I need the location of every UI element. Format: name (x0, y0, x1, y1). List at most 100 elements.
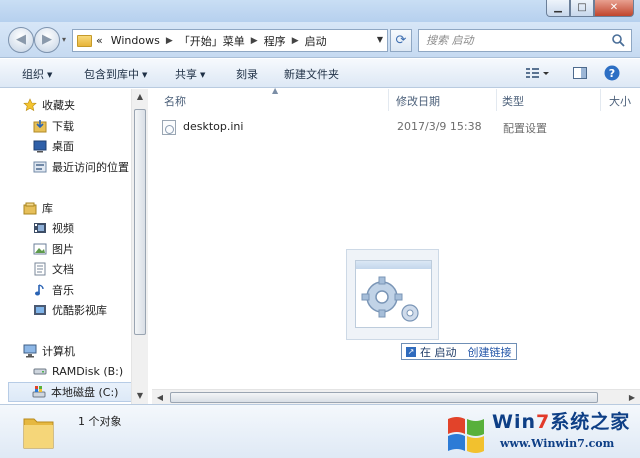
sidebar-item-documents[interactable]: 文档 (32, 259, 74, 279)
search-icon[interactable] (611, 33, 625, 47)
sidebar-item-music[interactable]: 音乐 (32, 280, 74, 300)
settings-file-icon (162, 119, 176, 135)
scrollbar-thumb[interactable] (134, 109, 146, 335)
organize-menu[interactable]: 组织 ▼ (22, 66, 52, 82)
watermark-logo: Win7系统之家 www.Winwin7.com (442, 405, 638, 457)
youku-library-label: 优酷影视库 (52, 304, 107, 317)
caret-down-icon: ▼ (142, 71, 148, 79)
folder-icon (77, 34, 92, 47)
navigation-bar: ◀ ▶ ▾ « Windows ▶ 「开始」菜单 ▶ 程序 ▶ 启动 ▼ ⟳ (0, 22, 640, 58)
title-bar: ▁ □ ✕ (0, 0, 640, 22)
maximize-button[interactable]: □ (570, 0, 594, 17)
downloads-label: 下载 (52, 120, 74, 133)
pictures-icon (32, 241, 48, 257)
search-box[interactable] (418, 29, 632, 52)
close-button[interactable]: ✕ (594, 0, 634, 17)
command-bar: 组织 ▼ 包含到库中 ▼ 共享 ▼ 刻录 新建文件夹 ? (0, 59, 640, 88)
sort-up-icon: ▲ (272, 86, 279, 95)
recent-pages-dropdown[interactable]: ▾ (62, 35, 66, 44)
horizontal-scrollbar[interactable]: ◀ ▶ (152, 389, 640, 404)
drag-target-label: 在 启动 (420, 345, 457, 359)
file-row[interactable]: desktop.ini 2017/3/9 15:38 配置设置 (162, 117, 632, 137)
breadcrumb-overflow[interactable]: « (96, 34, 103, 47)
chevron-down-icon[interactable]: ▼ (377, 35, 383, 44)
pictures-label: 图片 (52, 243, 74, 256)
minimize-button[interactable]: ▁ (546, 0, 570, 17)
share-menu[interactable]: 共享 ▼ (175, 66, 205, 82)
scroll-up-arrow-icon[interactable]: ▲ (132, 89, 148, 105)
svg-text:?: ? (609, 67, 615, 80)
sidebar-item-local-disk[interactable]: 本地磁盘 (C:) (8, 382, 132, 402)
scroll-right-arrow-icon[interactable]: ▶ (624, 390, 640, 405)
drag-action-label: 创建链接 (467, 345, 512, 359)
help-icon[interactable]: ? (604, 65, 620, 81)
recent-places-label: 最近访问的位置 (52, 161, 129, 174)
scroll-left-arrow-icon[interactable]: ◀ (152, 390, 168, 405)
file-type: 配置设置 (503, 122, 547, 135)
sidebar-item-videos[interactable]: 视频 (32, 218, 74, 238)
file-date: 2017/3/9 15:38 (397, 120, 482, 133)
navigation-pane-scrollbar[interactable]: ▲ ▼ (131, 89, 148, 404)
column-header-size[interactable]: 大小 (609, 93, 631, 109)
recent-places-icon (32, 159, 48, 175)
sidebar-item-youku-library[interactable]: 优酷影视库 (32, 300, 107, 320)
column-header-type[interactable]: 类型 (502, 93, 524, 109)
drive-icon (32, 363, 48, 379)
music-label: 音乐 (52, 284, 74, 297)
youku-library-icon (32, 302, 48, 318)
window-controls: ▁ □ ✕ (546, 0, 634, 17)
libraries-group[interactable]: 库 (22, 198, 53, 218)
local-disk-label: 本地磁盘 (C:) (51, 386, 119, 399)
search-input[interactable] (419, 30, 605, 51)
address-bar[interactable]: « Windows ▶ 「开始」菜单 ▶ 程序 ▶ 启动 ▼ (72, 29, 388, 52)
chevron-right-icon[interactable]: ▶ (251, 36, 258, 46)
organize-label: 组织 (22, 68, 44, 81)
back-button[interactable]: ◀ (8, 27, 34, 53)
file-list[interactable]: ▲ 名称 修改日期 类型 大小 desktop.ini 2017/3/9 15:… (152, 86, 640, 389)
include-in-library-label: 包含到库中 (84, 68, 139, 81)
include-in-library-menu[interactable]: 包含到库中 ▼ (84, 66, 147, 82)
scrollbar-thumb[interactable] (170, 392, 598, 403)
favorites-label: 收藏夹 (42, 99, 75, 112)
chevron-right-icon[interactable]: ▶ (292, 36, 299, 46)
column-divider[interactable] (600, 89, 601, 111)
libraries-icon (22, 200, 38, 216)
column-header-date-modified[interactable]: 修改日期 (396, 93, 440, 109)
computer-group[interactable]: 计算机 (22, 341, 75, 361)
sidebar-item-ramdisk[interactable]: RAMDisk (B:) (32, 361, 123, 381)
burn-button[interactable]: 刻录 (236, 66, 258, 82)
column-divider[interactable] (388, 89, 389, 111)
drag-tooltip: ↗ 在 启动 创建链接 (401, 343, 517, 360)
sidebar-item-pictures[interactable]: 图片 (32, 239, 74, 259)
computer-icon (22, 343, 38, 359)
shortcut-arrow-icon: ↗ (406, 346, 416, 357)
documents-icon (32, 261, 48, 277)
preview-pane-icon[interactable] (572, 65, 588, 81)
star-icon (22, 97, 38, 113)
column-divider[interactable] (496, 89, 497, 111)
sidebar-item-recent-places[interactable]: 最近访问的位置 (32, 157, 129, 177)
chevron-right-icon[interactable]: ▶ (166, 36, 173, 46)
scroll-down-arrow-icon[interactable]: ▼ (132, 388, 148, 404)
sidebar-item-downloads[interactable]: 下载 (32, 116, 74, 136)
breadcrumb-windows[interactable]: Windows (111, 34, 160, 47)
breadcrumb-startup[interactable]: 启动 (305, 33, 327, 49)
view-options-icon[interactable] (524, 65, 550, 81)
column-header-name[interactable]: 名称 (164, 93, 186, 109)
application-window-icon (355, 260, 432, 328)
refresh-button[interactable]: ⟳ (390, 29, 412, 52)
breadcrumb-programs[interactable]: 程序 (264, 33, 286, 49)
watermark-title: Win7系统之家 (492, 411, 631, 433)
refresh-icon: ⟳ (395, 33, 407, 48)
new-folder-button[interactable]: 新建文件夹 (284, 66, 339, 82)
navigation-pane: 收藏夹 下载 桌面 最近访问的位置 库 视频 图片 文档 音乐 优酷影视库 计算… (0, 89, 148, 404)
sidebar-item-desktop[interactable]: 桌面 (32, 136, 74, 156)
favorites-group[interactable]: 收藏夹 (22, 95, 75, 115)
breadcrumb-start-menu[interactable]: 「开始」菜单 (179, 33, 245, 49)
music-note-icon (32, 282, 48, 298)
libraries-label: 库 (42, 202, 53, 215)
ramdisk-label: RAMDisk (B:) (52, 364, 124, 378)
forward-button[interactable]: ▶ (34, 27, 60, 53)
windows-logo-icon (448, 417, 484, 453)
desktop-icon (32, 138, 48, 154)
